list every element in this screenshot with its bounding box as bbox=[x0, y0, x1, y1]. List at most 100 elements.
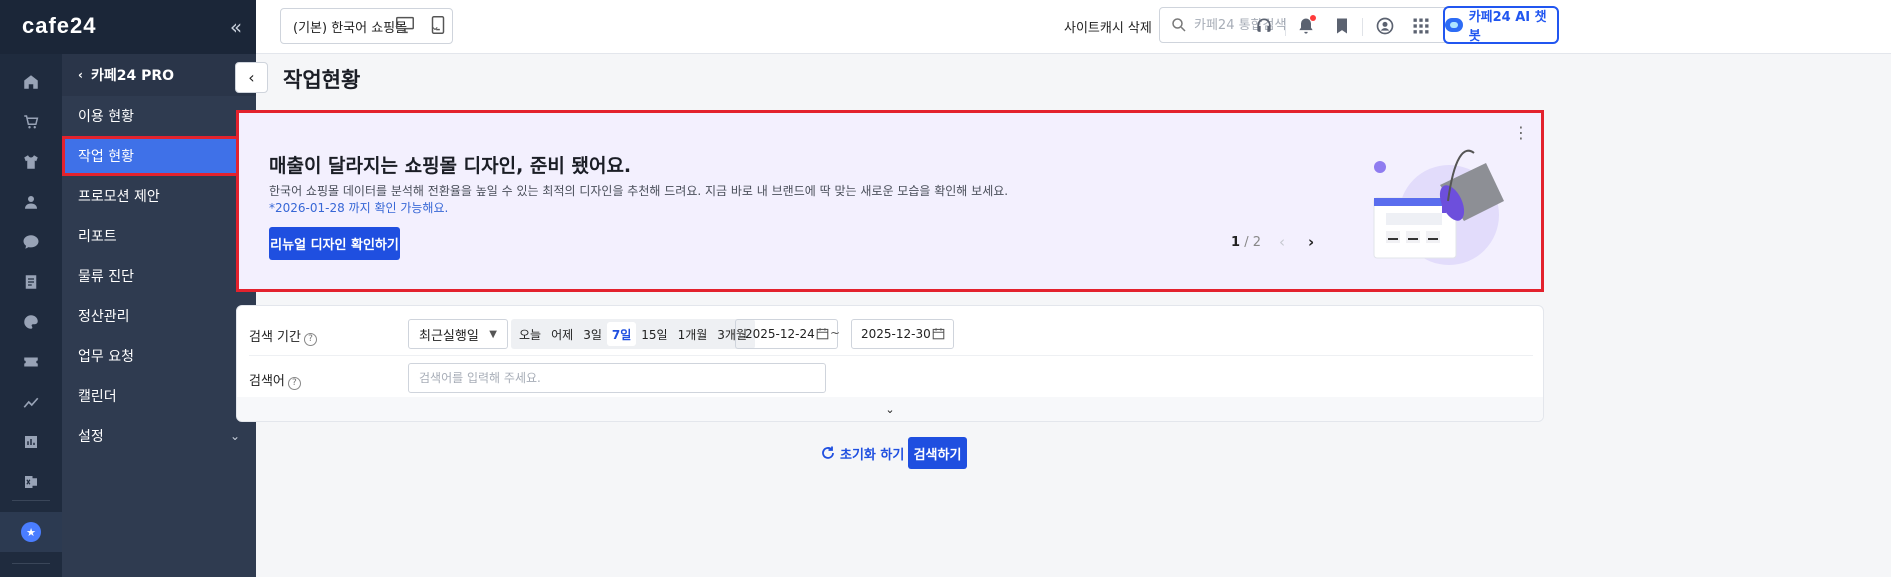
submenu-item-label: 설정 bbox=[78, 429, 104, 445]
submenu-back[interactable]: ‹ 카페24 PRO bbox=[62, 54, 256, 96]
ai-chatbot-button[interactable]: 카페24 AI 챗봇 bbox=[1443, 6, 1559, 44]
rail-board[interactable] bbox=[0, 222, 62, 262]
shop-select-value: (기본) 한국어 쇼핑몰 bbox=[293, 20, 408, 36]
account-button[interactable] bbox=[1373, 14, 1397, 38]
bookmark-button[interactable] bbox=[1330, 14, 1354, 38]
date-separator: ~ bbox=[830, 326, 841, 340]
user-circle-icon bbox=[1376, 17, 1394, 35]
period-label-text: 검색 기간 bbox=[249, 330, 301, 345]
pro-badge-icon: ★ bbox=[21, 522, 41, 542]
rail-document[interactable] bbox=[0, 262, 62, 302]
rail-excel[interactable] bbox=[0, 462, 62, 502]
icon-rail: ★ bbox=[0, 0, 62, 577]
banner-note: *2026-01-28 까지 확인 가능해요. bbox=[269, 201, 449, 215]
chevron-down-icon: ⌄ bbox=[229, 429, 240, 443]
pager-prev-button[interactable]: ‹ bbox=[1279, 233, 1285, 251]
keyword-input[interactable] bbox=[408, 363, 826, 393]
reset-button[interactable]: 초기화 하기 bbox=[820, 438, 904, 468]
quick-period-group: 오늘 어제 3일 7일 15일 1개월 3개월 bbox=[511, 319, 756, 349]
calendar-icon bbox=[816, 328, 829, 340]
cache-clear-button[interactable]: 사이트캐시 삭제 bbox=[1064, 17, 1152, 36]
submenu-item-calendar[interactable]: 캘린더 bbox=[62, 376, 256, 416]
rail-pro[interactable]: ★ bbox=[0, 512, 62, 552]
top-bar: (기본) 한국어 쇼핑몰 ⌄ 사이트캐시 삭제 bbox=[256, 0, 1891, 54]
submenu-item-requests[interactable]: 업무 요청 bbox=[62, 336, 256, 376]
keyword-label: 검색어? bbox=[249, 370, 301, 390]
home-icon bbox=[24, 75, 38, 89]
rail-design[interactable] bbox=[0, 302, 62, 342]
quick-15days[interactable]: 15일 bbox=[636, 322, 672, 346]
rail-icon-list bbox=[0, 62, 62, 502]
mobile-preview-button[interactable] bbox=[427, 14, 451, 38]
apps-grid-icon bbox=[1413, 18, 1429, 34]
rail-home[interactable] bbox=[0, 62, 62, 102]
mobile-icon bbox=[431, 16, 445, 34]
excel-icon bbox=[25, 476, 37, 488]
rail-divider bbox=[12, 563, 50, 564]
chevron-left-icon: ‹ bbox=[78, 68, 83, 82]
rail-stats[interactable] bbox=[0, 422, 62, 462]
notification-button[interactable] bbox=[1294, 14, 1318, 38]
quick-yesterday[interactable]: 어제 bbox=[546, 322, 578, 346]
reset-label: 초기화 하기 bbox=[840, 447, 905, 463]
submenu-item-usage[interactable]: 이용 현황 bbox=[62, 96, 256, 136]
quick-7days[interactable]: 7일 bbox=[606, 322, 637, 346]
palette-icon bbox=[24, 315, 38, 329]
rail-customer[interactable] bbox=[0, 182, 62, 222]
ai-chatbot-icon bbox=[1445, 18, 1463, 32]
rail-divider bbox=[12, 500, 50, 501]
notification-dot bbox=[1310, 15, 1316, 21]
submenu-title: 카페24 PRO bbox=[90, 68, 175, 84]
pc-preview-button[interactable] bbox=[394, 14, 418, 38]
help-icon[interactable]: ? bbox=[303, 333, 317, 346]
renewal-design-button[interactable]: 리뉴얼 디자인 확인하기 bbox=[269, 227, 400, 260]
back-button[interactable]: ‹ bbox=[235, 62, 268, 93]
top-divider bbox=[1362, 18, 1363, 36]
promo-banner: 매출이 달라지는 쇼핑몰 디자인, 준비 됐어요. 한국어 쇼핑몰 데이터를 분… bbox=[236, 110, 1544, 292]
help-icon[interactable]: ? bbox=[287, 377, 301, 390]
submenu-item-promotion[interactable]: 프로모션 제안 bbox=[62, 176, 256, 216]
cart-icon bbox=[24, 115, 39, 129]
top-divider bbox=[1285, 18, 1286, 36]
period-type-value: 최근실행일 bbox=[419, 328, 479, 344]
search-filter-panel: 검색 기간? 최근실행일 ▼ 오늘 어제 3일 7일 15일 1개월 3개월 2… bbox=[236, 305, 1544, 422]
ticket-icon bbox=[24, 357, 38, 367]
submenu-item-work-status[interactable]: 작업 현황 bbox=[62, 136, 256, 176]
quick-3days[interactable]: 3일 bbox=[578, 322, 607, 346]
shirt-icon bbox=[24, 155, 38, 169]
date-from-field[interactable]: 2025-12-24 bbox=[735, 319, 838, 349]
chat-icon bbox=[23, 235, 39, 249]
rail-cart[interactable] bbox=[0, 102, 62, 142]
document-icon bbox=[25, 275, 37, 289]
support-button[interactable] bbox=[1252, 14, 1276, 38]
quick-today[interactable]: 오늘 bbox=[514, 322, 546, 346]
caret-down-icon: ▼ bbox=[489, 328, 497, 340]
rail-analytics[interactable] bbox=[0, 382, 62, 422]
date-from-value: 2025-12-24 bbox=[745, 327, 815, 341]
date-to-field[interactable]: 2025-12-30 bbox=[851, 319, 954, 349]
submenu-item-settings[interactable]: 설정 ⌄ bbox=[62, 416, 256, 456]
banner-description: 한국어 쇼핑몰 데이터를 분석해 전환율을 높일 수 있는 최적의 디자인을 추… bbox=[269, 184, 1009, 198]
pager-total: / 2 bbox=[1244, 235, 1261, 250]
submenu-item-report[interactable]: 리포트 bbox=[62, 216, 256, 256]
period-type-select[interactable]: 최근실행일 ▼ bbox=[408, 319, 508, 349]
submenu-item-settlement[interactable]: 정산관리 bbox=[62, 296, 256, 336]
rail-promotion[interactable] bbox=[0, 342, 62, 382]
quick-1month[interactable]: 1개월 bbox=[673, 322, 713, 346]
refresh-icon bbox=[822, 446, 834, 459]
banner-pager: 1 / 2 bbox=[1231, 235, 1261, 250]
date-to-value: 2025-12-30 bbox=[861, 327, 931, 341]
submenu-item-logistics[interactable]: 물류 진단 bbox=[62, 256, 256, 296]
cafe24-logo[interactable]: cafe24 bbox=[22, 13, 97, 39]
pager-next-button[interactable]: › bbox=[1308, 233, 1314, 251]
page-title: 작업현황 bbox=[283, 68, 361, 92]
expand-filter-button[interactable]: ⌄ bbox=[237, 397, 1543, 421]
collapse-sidebar-button[interactable]: « bbox=[226, 15, 246, 39]
user-icon bbox=[25, 196, 37, 209]
more-options-icon[interactable]: ⋮ bbox=[1513, 123, 1529, 142]
apps-button[interactable] bbox=[1409, 14, 1433, 38]
search-submit-button[interactable]: 검색하기 bbox=[908, 437, 967, 469]
rail-product[interactable] bbox=[0, 142, 62, 182]
headset-icon bbox=[1257, 18, 1271, 32]
monitor-icon bbox=[396, 16, 414, 34]
